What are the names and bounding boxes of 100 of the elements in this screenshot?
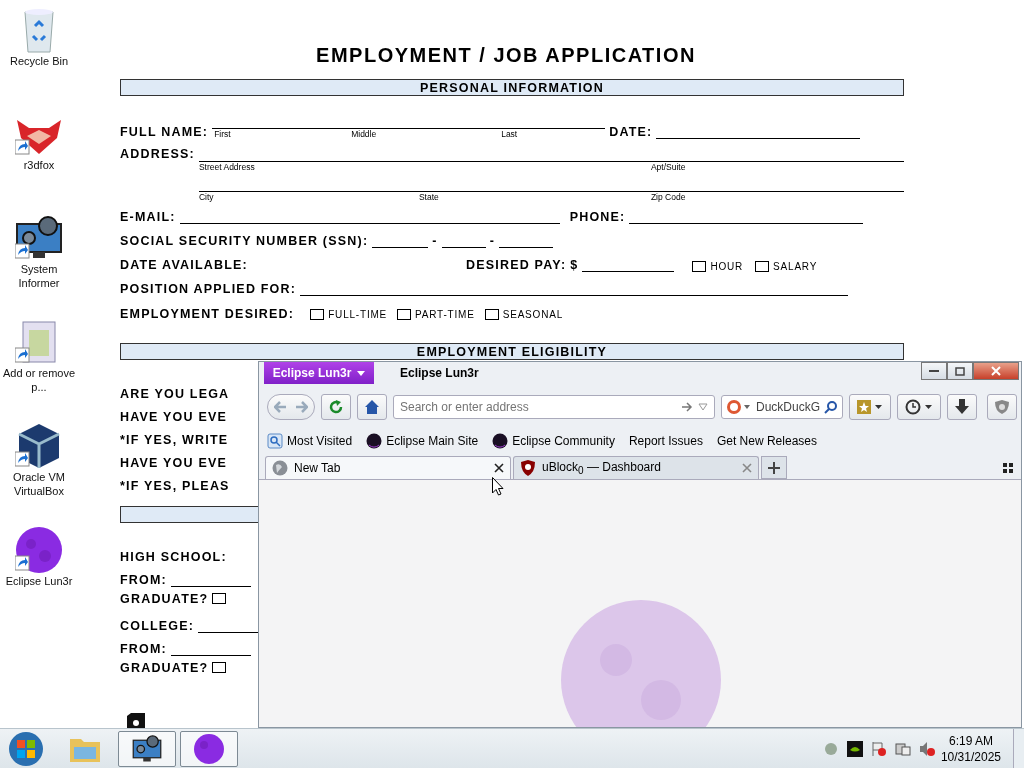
bookmark-link[interactable]: Most Visited: [287, 434, 353, 448]
go-arrow-icon[interactable]: [681, 401, 709, 413]
reload-icon: [328, 399, 344, 415]
grid-icon[interactable]: [1003, 463, 1013, 473]
bookmark-link[interactable]: Eclipse Main Site: [386, 434, 479, 448]
option-label: SEASONAL: [502, 308, 563, 320]
option-label: SALARY: [773, 261, 818, 272]
search-icon[interactable]: [824, 400, 838, 414]
window-title: Eclipse Lun3r: [400, 366, 480, 380]
checkbox[interactable]: [212, 593, 227, 604]
moon-icon[interactable]: [15, 526, 63, 574]
bookmark-link[interactable]: Get New Releases: [716, 434, 817, 448]
field-hint: First: [214, 129, 232, 139]
question-text: HAVE YOU EVE: [120, 455, 229, 472]
bookmark-link[interactable]: Eclipse Community: [512, 434, 615, 448]
field-label: EMPLOYMENT DESIRED:: [120, 307, 295, 321]
clock-time[interactable]: 6:19 AM: [948, 733, 993, 749]
monitor-icon[interactable]: [15, 214, 63, 262]
field-hint: State: [418, 192, 440, 202]
caret-icon: [357, 370, 366, 376]
desktop-icon-label[interactable]: r3dfox: [2, 158, 76, 172]
home-icon: [364, 399, 380, 415]
moon-logo-icon: [561, 600, 721, 727]
field-label: POSITION APPLIED FOR:: [120, 282, 297, 296]
browser-tab[interactable]: uBlock$_{0}$ — Dashboard: [513, 456, 759, 479]
start-button[interactable]: [8, 731, 44, 767]
document-icon: [125, 713, 147, 728]
maximize-icon: [955, 366, 965, 376]
field-label: FULL NAME:: [120, 125, 209, 139]
question-text: *IF YES, PLEAS: [120, 478, 231, 495]
search-field[interactable]: DuckDuckG: [721, 395, 843, 419]
currency-sign: $: [570, 258, 579, 272]
field-label: DESIRED PAY:: [465, 258, 567, 272]
download-icon: [955, 399, 969, 415]
bookmarks-button[interactable]: [849, 394, 891, 420]
clock-icon: [905, 399, 933, 415]
moon-icon: [193, 733, 225, 765]
new-tab-button[interactable]: [761, 456, 787, 479]
field-hint: Last: [501, 129, 519, 139]
field-label: COLLEGE:: [120, 619, 195, 633]
option-label: PART-TIME: [415, 308, 475, 320]
separator: -: [489, 234, 495, 248]
bookmark-link[interactable]: Report Issues: [628, 434, 703, 448]
question-text: HAVE YOU EVE: [120, 409, 229, 426]
history-button[interactable]: [897, 394, 941, 420]
section-heading: PERSONAL INFORMATION: [120, 79, 904, 96]
section-heading: EMPLOYMENT ELIGIBILITY: [120, 343, 904, 360]
shield-button[interactable]: [987, 394, 1017, 420]
taskbar-button[interactable]: [118, 731, 176, 767]
field-hint: Zip Code: [650, 192, 687, 202]
checkbox[interactable]: [310, 308, 325, 320]
reload-button[interactable]: [321, 394, 351, 420]
plus-icon: [768, 461, 780, 474]
field-label: ADDRESS:: [120, 147, 195, 161]
desktop-icon-label[interactable]: System Informer: [2, 262, 76, 290]
globe-icon: [272, 460, 288, 476]
field-label: DATE AVAILABLE:: [120, 258, 248, 272]
search-engine-icon[interactable]: [726, 399, 752, 415]
minimize-button[interactable]: [921, 362, 947, 380]
star-icon: [857, 400, 883, 414]
sphere-icon: [492, 433, 509, 449]
address-field[interactable]: Search or enter address: [393, 395, 715, 419]
download-button[interactable]: [947, 394, 977, 420]
graphics-icon[interactable]: [846, 741, 863, 757]
checkbox[interactable]: [692, 261, 707, 272]
field-hint: Street Address: [198, 162, 256, 172]
flag-icon[interactable]: [870, 741, 887, 757]
checkbox[interactable]: [397, 308, 412, 320]
close-icon[interactable]: [494, 463, 504, 473]
maximize-button[interactable]: [947, 362, 973, 380]
field-label: GRADUATE?: [120, 591, 209, 606]
option-label: FULL-TIME: [328, 308, 388, 320]
document-title: EMPLOYMENT / JOB APPLICATION: [315, 44, 697, 67]
desktop-icon-label[interactable]: Oracle VM VirtualBox: [2, 470, 76, 498]
taskbar-button[interactable]: [180, 731, 238, 767]
monitor-icon: [131, 734, 163, 764]
clock-date[interactable]: 10/31/2025: [940, 749, 1001, 765]
minimize-icon: [929, 369, 939, 373]
field-label: DATE:: [609, 125, 653, 139]
separator: -: [432, 234, 438, 248]
checkbox[interactable]: [755, 261, 770, 272]
app-menu-button[interactable]: Eclipse Lun3r: [264, 362, 374, 384]
volume-icon[interactable]: [918, 741, 935, 757]
question-text: *IF YES, WRITE: [120, 432, 230, 449]
checkbox[interactable]: [212, 662, 227, 673]
shield-icon: [994, 399, 1010, 415]
desktop-icon-label[interactable]: Add or remove p...: [2, 366, 76, 394]
option-label: HOUR: [710, 261, 744, 272]
desktop-icon-label[interactable]: Recycle Bin: [2, 54, 76, 68]
shield-icon: [520, 460, 536, 476]
close-button[interactable]: [973, 362, 1019, 380]
checkbox[interactable]: [484, 308, 499, 320]
field-label: FROM:: [120, 573, 167, 587]
desktop-icon-label[interactable]: Eclipse Lun3r: [2, 574, 76, 588]
field-label: SOCIAL SECURITY NUMBER (SSN):: [120, 234, 369, 248]
home-button[interactable]: [357, 394, 387, 420]
field-label: GRADUATE?: [120, 660, 209, 675]
browser-tab[interactable]: New Tab: [265, 456, 511, 479]
sphere-icon: [366, 433, 383, 449]
field-label: FROM:: [120, 642, 167, 656]
